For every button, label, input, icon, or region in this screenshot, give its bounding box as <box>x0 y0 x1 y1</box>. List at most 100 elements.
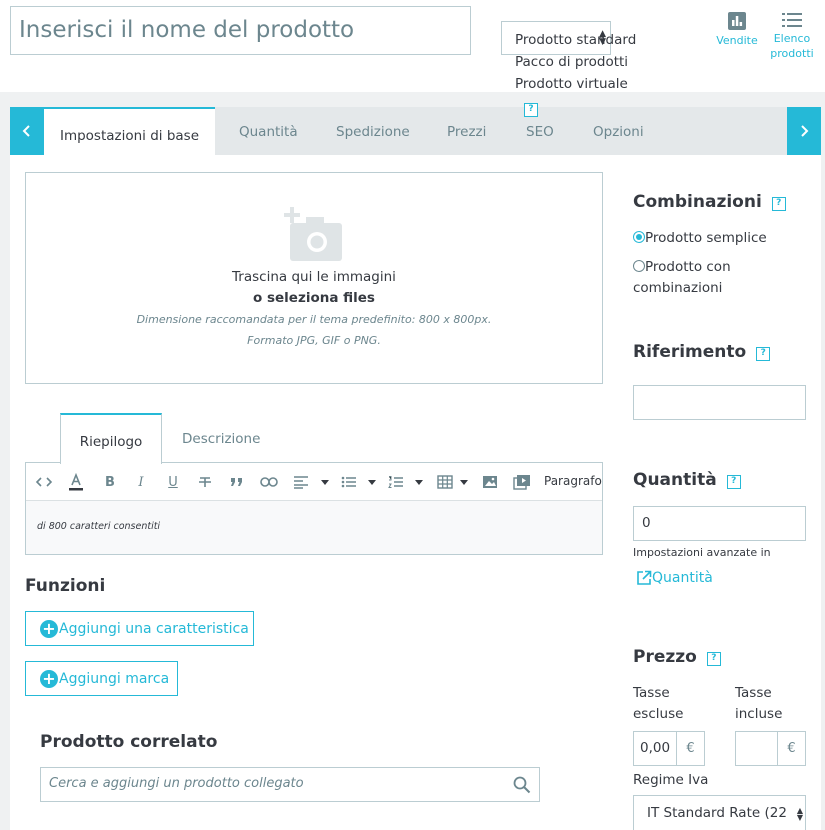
type-option-virtual[interactable]: Prodotto virtuale <box>515 73 636 95</box>
sales-button[interactable]: Vendite <box>711 12 763 48</box>
align-caret-icon[interactable] <box>321 480 329 485</box>
related-product-title: Prodotto correlato <box>40 732 218 752</box>
radio-simple-label: Prodotto semplice <box>645 230 767 246</box>
tab-description[interactable]: Descrizione <box>182 413 260 463</box>
currency-addon: € <box>676 732 704 765</box>
price-tax-excluded-input[interactable]: 0,00 € <box>633 731 705 766</box>
tax-rule-value: IT Standard Rate (22 <box>647 805 787 821</box>
table-icon[interactable] <box>436 474 454 490</box>
tax-excluded-label: Tasse escluse <box>633 683 683 725</box>
radio-checked-icon[interactable] <box>633 231 645 243</box>
underline-icon[interactable]: U <box>164 474 182 490</box>
image-dropzone[interactable]: Trascina qui le immagini o seleziona fil… <box>25 172 603 384</box>
radio-simple-product[interactable]: Prodotto semplice <box>633 228 767 249</box>
external-link-icon <box>637 570 652 585</box>
numbered-list-icon[interactable] <box>387 474 405 490</box>
table-caret-icon[interactable] <box>460 480 468 485</box>
type-option-standard[interactable]: Prodotto standard <box>515 29 636 51</box>
tax-excluded-label-1: Tasse <box>633 685 670 701</box>
tax-excluded-label-2: escluse <box>633 706 684 722</box>
tax-included-label-1: Tasse <box>735 685 772 701</box>
currency-addon: € <box>777 732 805 765</box>
editor-toolbar: B I U Paragrafo <box>26 463 602 501</box>
image-icon[interactable] <box>481 474 499 490</box>
advanced-settings-note: Impostazioni avanzate in <box>633 546 771 559</box>
tabs-prev-button[interactable] <box>10 107 44 155</box>
select-arrows-icon: ▲ ▼ <box>794 806 803 822</box>
list-label-2: prodotti <box>770 47 814 60</box>
radio-combinations-label-1: Prodotto con <box>645 259 731 275</box>
media-icon[interactable] <box>513 474 531 490</box>
combinations-help-icon[interactable]: ? <box>771 197 786 211</box>
tab-quantity[interactable]: Quantità <box>239 107 298 155</box>
price-title: Prezzo? <box>633 647 721 667</box>
tax-rule-label: Regime Iva <box>633 772 709 788</box>
add-feature-label: Aggiungi una caratteristica <box>59 620 249 637</box>
price-title-text: Prezzo <box>633 647 697 667</box>
radio-unchecked-icon[interactable] <box>633 260 645 272</box>
price-help-icon[interactable]: ? <box>706 652 721 666</box>
price-tax-excluded-value[interactable]: 0,00 <box>640 740 674 756</box>
reference-input[interactable] <box>633 385 806 420</box>
product-name-input[interactable]: Inserisci il nome del prodotto <box>10 6 471 55</box>
chevron-left-icon <box>22 125 30 137</box>
chevron-right-icon <box>801 125 809 137</box>
bar-chart-icon <box>728 12 746 30</box>
blockquote-icon[interactable] <box>228 474 246 490</box>
quantity-title-text: Quantità <box>633 470 717 490</box>
italic-icon[interactable]: I <box>132 474 150 490</box>
tax-included-label-2: incluse <box>735 706 783 722</box>
strikethrough-icon[interactable] <box>196 474 214 490</box>
list-icon <box>782 13 802 27</box>
tab-shipping[interactable]: Spedizione <box>336 107 410 155</box>
tab-basic-settings[interactable]: Impostazioni di base <box>44 107 215 157</box>
reference-title: Riferimento? <box>633 342 771 362</box>
radio-product-with-combinations[interactable]: Prodotto con combinazioni <box>633 257 731 299</box>
numbered-list-caret-icon[interactable] <box>415 480 423 485</box>
reference-title-text: Riferimento <box>633 342 747 362</box>
radio-combinations-label-2: combinazioni <box>633 280 723 296</box>
add-brand-button[interactable]: + Aggiungi marca <box>25 661 178 696</box>
dropzone-select-files-link[interactable]: o seleziona files <box>26 290 602 306</box>
add-feature-button[interactable]: + Aggiungi una caratteristica <box>25 611 254 646</box>
source-code-icon[interactable] <box>35 474 53 490</box>
tax-rule-select[interactable]: IT Standard Rate (22 ▲ ▼ <box>633 795 806 830</box>
quantity-title: Quantità? <box>633 470 741 490</box>
list-label-1: Elenco <box>773 32 811 45</box>
quantity-help-icon[interactable]: ? <box>726 475 741 489</box>
combinations-title: Combinazioni? <box>633 192 786 212</box>
plus-circle-icon: + <box>40 619 58 638</box>
type-option-pack[interactable]: Pacco di prodotti <box>515 51 636 73</box>
dropzone-drag-text: Trascina qui le immagini <box>232 269 396 285</box>
related-search-placeholder: Cerca e aggiungi un prodotto collegato <box>49 776 304 791</box>
quantity-advanced-link[interactable]: Quantità <box>636 570 713 586</box>
paragraph-format-select[interactable]: Paragrafo <box>544 474 602 488</box>
tax-included-label: Tasse incluse <box>735 683 782 725</box>
plus-circle-icon: + <box>40 669 58 688</box>
product-type-options[interactable]: Prodotto standard Pacco di prodotti Prod… <box>515 29 636 95</box>
align-icon[interactable] <box>292 474 310 490</box>
product-tabs: Impostazioni di base Quantità Spedizione… <box>10 107 821 157</box>
tab-summary[interactable]: Riepilogo <box>60 413 162 464</box>
features-title: Funzioni <box>25 576 106 596</box>
combinations-title-text: Combinazioni <box>633 192 762 212</box>
sales-label: Vendite <box>716 34 758 47</box>
link-icon[interactable] <box>260 474 278 490</box>
bullet-list-icon[interactable] <box>340 474 358 490</box>
dropzone-size-hint: Dimensione raccomandata per il tema pred… <box>136 313 492 326</box>
price-tax-included-input[interactable]: € <box>735 731 806 766</box>
quantity-input[interactable]: 0 <box>633 506 806 541</box>
seo-help-icon[interactable]: ? <box>524 103 538 117</box>
related-product-search-input[interactable]: Cerca e aggiungi un prodotto collegato <box>40 767 540 802</box>
reference-help-icon[interactable]: ? <box>756 347 771 361</box>
search-icon[interactable] <box>513 776 531 794</box>
add-photo-icon <box>284 207 342 261</box>
product-list-button[interactable]: Elenco prodotti <box>765 12 819 61</box>
tabs-next-button[interactable] <box>787 107 821 155</box>
tab-prices[interactable]: Prezzi <box>447 107 486 155</box>
bullet-list-caret-icon[interactable] <box>368 480 376 485</box>
summary-editor[interactable]: B I U Paragrafo di 800 caratteri consent… <box>25 462 603 555</box>
tab-options[interactable]: Opzioni <box>593 107 644 155</box>
bold-icon[interactable]: B <box>101 474 119 490</box>
text-color-icon[interactable] <box>67 473 85 491</box>
